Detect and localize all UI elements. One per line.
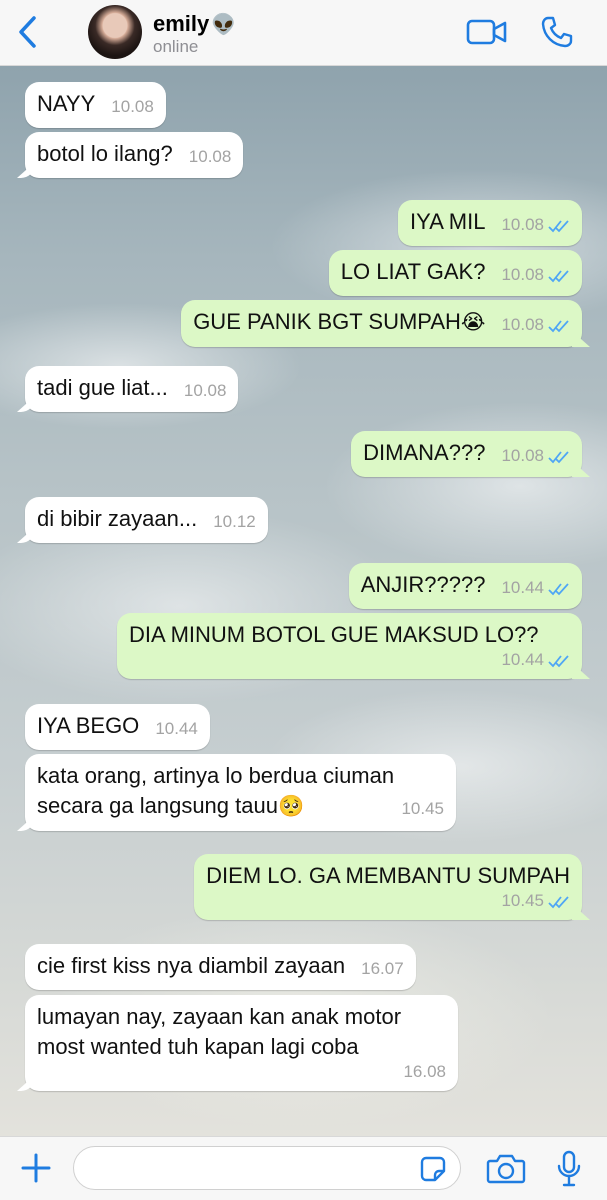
message-text: DIA MINUM BOTOL GUE MAKSUD LO??	[129, 622, 539, 647]
microphone-button[interactable]	[556, 1150, 582, 1188]
message-text: DIEM LO. GA MEMBANTU SUMPAH	[206, 863, 570, 888]
message-time: 10.44	[501, 578, 544, 597]
message-text: kata orang, artinya lo berdua ciuman sec…	[37, 763, 395, 818]
message-time: 10.08	[501, 446, 544, 465]
alien-emoji: 👽	[211, 14, 237, 36]
back-button[interactable]	[14, 14, 44, 50]
video-call-button[interactable]	[466, 17, 508, 47]
message-meta: 10.08	[501, 265, 570, 285]
contact-name-text: emily	[153, 11, 210, 36]
message-bubble-incoming[interactable]: tadi gue liat... 10.08	[25, 366, 239, 412]
message-meta: 10.45	[206, 891, 570, 911]
message-time: 10.08	[501, 215, 544, 234]
double-check-icon	[548, 895, 569, 908]
message-time: 10.08	[188, 147, 232, 166]
message-meta: 10.08	[501, 315, 570, 335]
double-check-icon	[548, 450, 569, 463]
message-time: 10.44	[501, 650, 544, 669]
message-bubble-outgoing[interactable]: DIA MINUM BOTOL GUE MAKSUD LO?? 10.44	[117, 613, 582, 679]
video-camera-icon	[466, 19, 507, 45]
message-bubble-incoming[interactable]: cie first kiss nya diambil zayaan 16.07	[25, 944, 416, 990]
message-time: 10.12	[213, 512, 256, 531]
message-bubble-incoming[interactable]: kata orang, artinya lo berdua ciuman sec…	[25, 754, 456, 831]
message-text: di bibir zayaan...	[37, 506, 198, 531]
message-input[interactable]	[73, 1146, 461, 1190]
attach-button[interactable]	[20, 1152, 52, 1184]
message-text: botol lo ilang?	[37, 141, 173, 166]
double-check-icon	[548, 654, 569, 667]
sticker-button[interactable]	[420, 1156, 446, 1182]
double-check-icon	[548, 582, 569, 595]
camera-button[interactable]	[486, 1153, 526, 1185]
chat-header: emily 👽 online	[0, 0, 607, 66]
message-time: 10.45	[501, 891, 544, 910]
message-bubble-incoming[interactable]: IYA BEGO 10.44	[25, 704, 210, 750]
plus-icon	[21, 1153, 51, 1183]
message-text: IYA MIL	[410, 209, 486, 234]
message-text: lumayan nay, zayaan kan anak motor most …	[37, 1004, 402, 1059]
message-time: 16.07	[361, 959, 404, 978]
message-meta: 10.44	[129, 650, 570, 670]
input-bar	[0, 1136, 607, 1200]
message-bubble-outgoing[interactable]: GUE PANIK BGT SUMPAH😭 10.08	[181, 300, 582, 347]
message-text: IYA BEGO	[37, 713, 140, 738]
message-bubble-incoming[interactable]: di bibir zayaan... 10.12	[25, 497, 268, 543]
message-time: 10.08	[501, 315, 544, 334]
message-text: LO LIAT GAK?	[340, 259, 486, 284]
message-bubble-incoming[interactable]: botol lo ilang? 10.08	[25, 132, 244, 178]
sticker-icon	[420, 1156, 446, 1182]
message-text: DIMANA???	[363, 440, 486, 465]
message-text: ANJIR?????	[360, 572, 486, 597]
double-check-icon	[548, 269, 569, 282]
message-time: 10.08	[183, 381, 227, 400]
message-text: NAYY	[37, 91, 96, 116]
crying-emoji: 😭	[460, 311, 486, 334]
message-bubble-incoming[interactable]: NAYY 10.08	[25, 82, 166, 128]
contact-avatar[interactable]	[88, 5, 142, 59]
message-text: tadi gue liat...	[37, 375, 168, 400]
message-time: 16.08	[403, 1062, 446, 1081]
message-bubble-outgoing[interactable]: IYA MIL 10.08	[398, 200, 582, 246]
message-text: cie first kiss nya diambil zayaan	[37, 953, 346, 978]
message-meta: 10.44	[501, 578, 570, 598]
message-bubble-incoming[interactable]: lumayan nay, zayaan kan anak motor most …	[25, 995, 458, 1091]
message-bubble-outgoing[interactable]: LO LIAT GAK? 10.08	[328, 250, 582, 296]
contact-name[interactable]: emily 👽	[153, 11, 236, 37]
message-bubble-outgoing[interactable]: DIEM LO. GA MEMBANTU SUMPAH 10.45	[194, 854, 582, 920]
microphone-icon	[557, 1150, 581, 1187]
contact-status: online	[153, 37, 199, 56]
double-check-icon	[548, 219, 569, 232]
message-time: 10.08	[501, 265, 544, 284]
pleading-face-emoji: 🥺	[277, 795, 305, 818]
double-check-icon	[548, 319, 569, 332]
message-meta: 10.08	[501, 446, 570, 466]
message-bubble-outgoing[interactable]: ANJIR????? 10.44	[348, 563, 582, 609]
chat-area[interactable]: NAYY 10.08 botol lo ilang? 10.08 IYA MIL…	[0, 66, 607, 1136]
message-meta: 10.08	[501, 215, 570, 235]
camera-icon	[486, 1154, 526, 1184]
message-time: 10.44	[155, 719, 198, 738]
message-text: GUE PANIK BGT SUMPAH	[193, 309, 461, 334]
message-bubble-outgoing[interactable]: DIMANA??? 10.08	[351, 431, 582, 477]
message-time: 10.45	[401, 799, 444, 818]
voice-call-button[interactable]	[540, 15, 574, 49]
message-time: 10.08	[111, 97, 154, 116]
chevron-left-icon	[19, 16, 36, 48]
phone-icon	[541, 16, 573, 48]
